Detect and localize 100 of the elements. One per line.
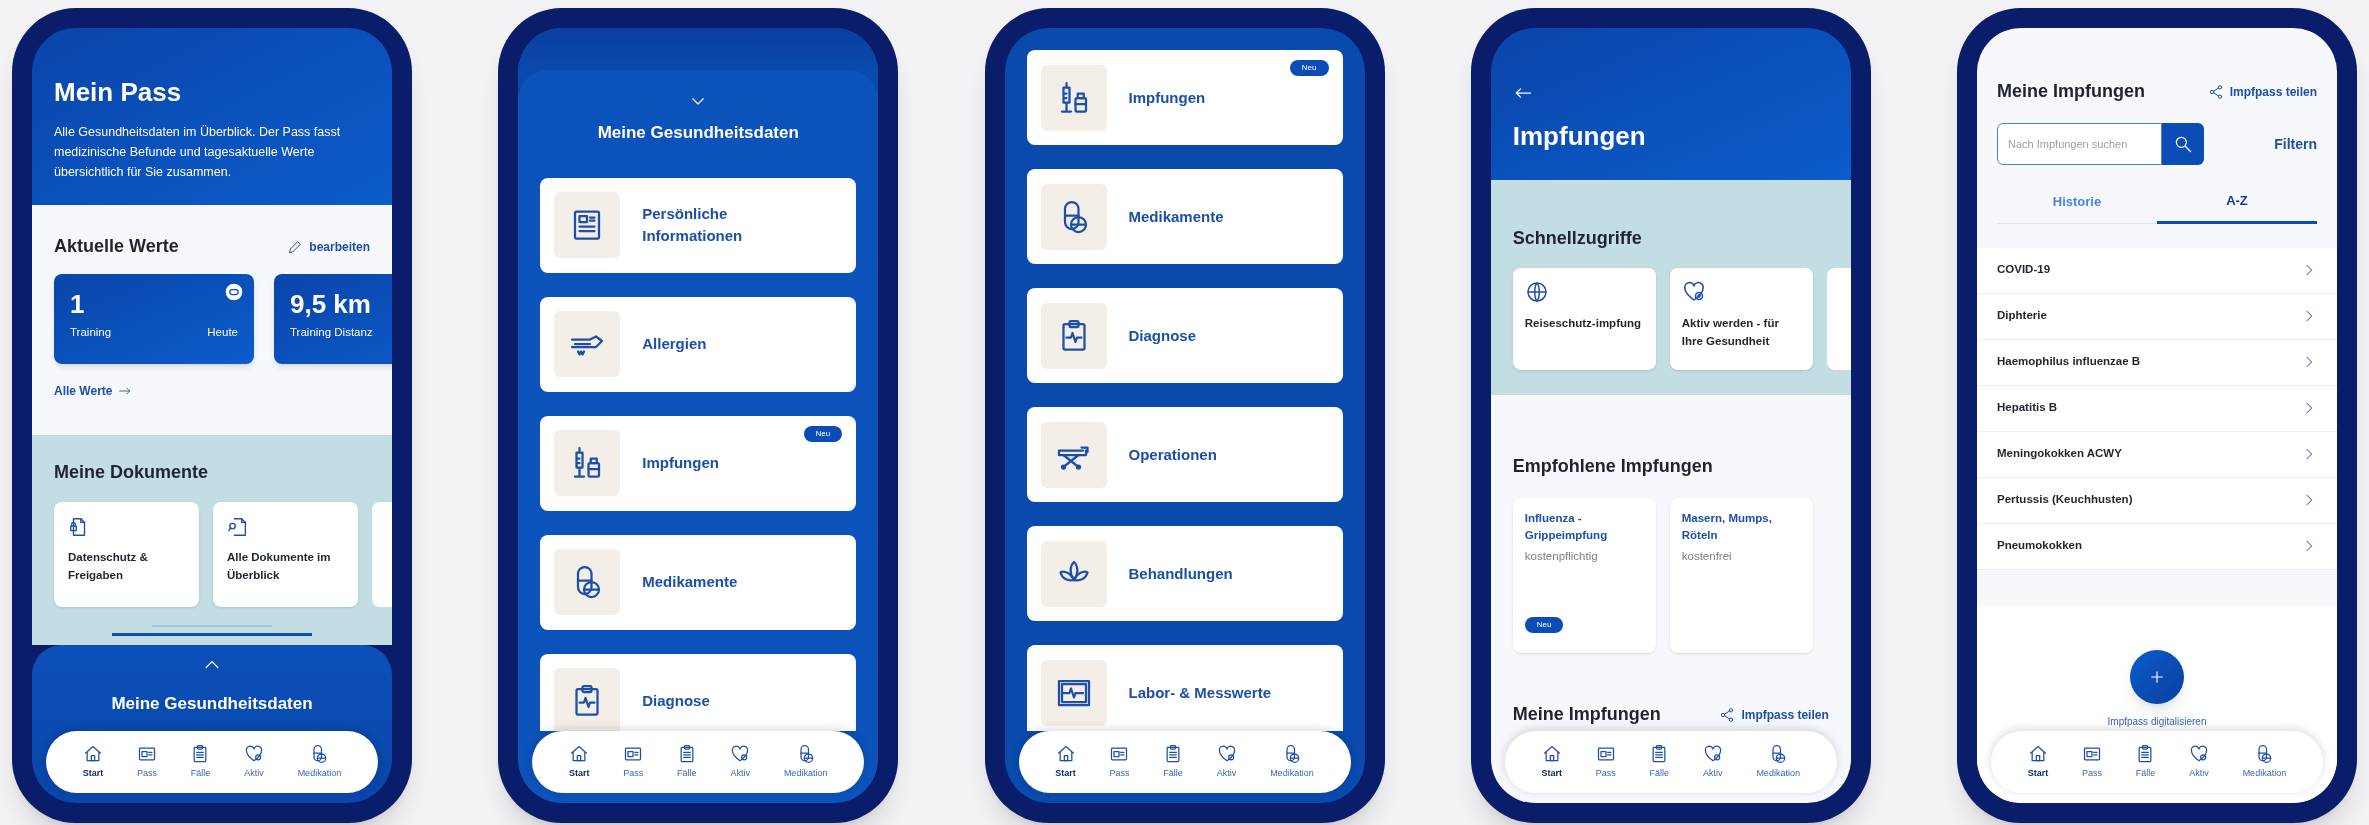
vaccine-title: Influenza - Grippeimpfung — [1524, 511, 1609, 543]
link[interactable]: Alle Werte — [54, 382, 392, 400]
category-card[interactable]: Medikamente — [540, 534, 857, 630]
nav-tab[interactable]: Aktiv — [730, 743, 751, 781]
vaccine-row[interactable]: Diphterie — [1977, 293, 2337, 340]
search-field[interactable]: Nach Impfungen suchen — [1997, 123, 2162, 165]
vaccine-card[interactable]: Masern, Mumps, Röteln kostenfrei — [1669, 498, 1813, 653]
tab[interactable]: A-Z — [2157, 191, 2317, 224]
page-title: Mein Pass — [54, 76, 183, 109]
nav-tab[interactable]: Start — [1055, 743, 1076, 781]
document-card[interactable]: Alle Dokumente im Überblick — [213, 502, 358, 607]
category-card[interactable]: Impfungen Neu — [540, 415, 857, 511]
category-label: Impfungen — [1128, 87, 1207, 108]
category-label: Allergien — [642, 334, 708, 354]
share-icon — [1719, 706, 1736, 723]
nav-tab[interactable]: Fälle — [676, 743, 697, 781]
filter-link[interactable]: Filtern — [2274, 133, 2317, 155]
share-icon — [2207, 83, 2224, 100]
vaccine-row[interactable]: Pneumokokken — [1977, 523, 2337, 570]
nav-tab[interactable]: Start — [82, 743, 104, 781]
price-note: kostenpflichtig — [1524, 549, 1599, 564]
vaccine-row[interactable]: COVID-19 — [1977, 247, 2337, 294]
category-label: Medikamente — [1128, 206, 1225, 227]
value-label: Training — [70, 325, 112, 340]
heart-icon — [2189, 743, 2210, 764]
search-icon — [2173, 134, 2193, 154]
quick-access-card[interactable]: Reiseschutz-impfung — [1512, 268, 1656, 370]
nav-tab[interactable]: Aktiv — [244, 743, 265, 781]
value-card[interactable]: 9,5 km Training Distanz — [274, 274, 392, 364]
tab[interactable]: Historie — [1997, 191, 2157, 224]
category-card[interactable]: Impfungen Neu — [1026, 50, 1343, 145]
quick-access-card[interactable]: Aktiv werden - für Ihre Gesundheit — [1669, 268, 1813, 370]
category-label: Diagnose — [1128, 325, 1197, 346]
add-button-label: Impfpass digitalisieren — [2107, 714, 2207, 729]
home-icon — [1055, 743, 1076, 764]
home-icon — [569, 743, 590, 764]
new-badge: Neu — [1289, 60, 1329, 76]
new-badge: Neu — [1524, 617, 1564, 633]
category-card[interactable]: Diagnose — [540, 653, 857, 731]
nav-tab[interactable]: Pass — [1109, 743, 1130, 781]
link[interactable]: bearbeiten — [287, 237, 370, 256]
category-card[interactable]: Allergien — [540, 296, 857, 392]
vaccine-name: Haemophilus influenzae B — [1997, 354, 2141, 370]
nav-tab[interactable]: Aktiv — [1702, 743, 1723, 781]
category-card[interactable]: Operationen — [1026, 407, 1343, 502]
heart-icon — [1702, 743, 1723, 764]
value-card[interactable]: 1 Training Heute — [54, 274, 254, 364]
document-card[interactable]: Datenschutz & Freigaben — [54, 502, 199, 607]
home-icon — [1541, 743, 1562, 764]
sheet-title: Meine Gesundheitsdaten — [111, 693, 313, 715]
category-card[interactable]: Medikamente — [1026, 169, 1343, 264]
nav-tab[interactable]: Fälle — [1649, 743, 1670, 781]
vaccine-title: Masern, Mumps, Röteln — [1681, 511, 1773, 543]
add-button[interactable] — [2130, 649, 2184, 704]
nav-tab[interactable]: Start — [569, 743, 590, 781]
nav-tab[interactable]: Pass — [623, 743, 644, 781]
nav-tab[interactable]: Fälle — [190, 743, 211, 781]
new-badge: Neu — [803, 425, 843, 442]
period-label: Heute — [207, 325, 238, 340]
page-title: Impfungen — [1512, 120, 1647, 153]
category-label: Operationen — [1128, 444, 1218, 465]
category-label: Labor- & Messwerte — [1128, 682, 1273, 703]
category-label: Behandlungen — [1128, 563, 1234, 584]
nav-tab[interactable]: Medikation — [1756, 743, 1800, 781]
sheet-title: Meine Gesundheitsdaten — [597, 122, 799, 144]
vaccine-row[interactable]: Hepatitis B — [1977, 385, 2337, 432]
vaccine-row[interactable]: Haemophilus influenzae B — [1977, 339, 2337, 386]
pencil-icon — [287, 238, 304, 255]
value-label: Training Distanz — [290, 325, 373, 340]
category-card[interactable]: Labor- & Messwerte — [1026, 645, 1343, 731]
nav-tab[interactable]: Aktiv — [2189, 743, 2210, 781]
arrow-right-icon — [118, 384, 133, 398]
nav-tab[interactable]: Medikation — [2242, 743, 2287, 781]
category-card[interactable]: Persönliche Informationen — [540, 177, 857, 273]
category-card[interactable]: Diagnose — [1026, 288, 1343, 383]
vaccine-row[interactable]: Meningokokken ACWY — [1977, 431, 2337, 478]
section-heading: Empfohlene Impfungen — [1512, 455, 1714, 478]
nav-tab[interactable]: Medikation — [1270, 743, 1314, 781]
home-icon — [83, 743, 104, 764]
nav-tab[interactable]: Fälle — [1162, 743, 1183, 781]
link[interactable]: Impfpass teilen — [2207, 82, 2317, 101]
nav-tab[interactable]: Medikation — [783, 743, 828, 781]
vaccine-name: Hepatitis B — [1997, 400, 2058, 416]
nav-tab[interactable]: Start — [2027, 743, 2049, 781]
nav-tab[interactable]: Aktiv — [1216, 743, 1237, 781]
link[interactable]: Impfpass teilen — [1719, 705, 1829, 724]
nav-tab[interactable]: Pass — [2081, 743, 2102, 781]
heart-icon — [244, 743, 265, 764]
nav-tab[interactable]: Fälle — [2135, 743, 2156, 781]
category-label: Persönliche Informationen — [642, 204, 744, 246]
vaccine-name: Pneumokokken — [1997, 538, 2082, 554]
vaccine-card[interactable]: Influenza - Grippeimpfung kostenpflichtig Neu — [1512, 498, 1656, 653]
section-heading: Schnellzugriffe — [1512, 227, 1643, 250]
category-card[interactable]: Behandlungen — [1026, 526, 1343, 621]
nav-tab[interactable]: Pass — [1595, 743, 1616, 781]
nav-tab[interactable]: Medikation — [297, 743, 342, 781]
nav-tab[interactable]: Start — [1541, 743, 1563, 781]
search-button[interactable] — [2162, 123, 2204, 165]
vaccine-row[interactable]: Pertussis (Keuchhusten) — [1977, 477, 2337, 524]
nav-tab[interactable]: Pass — [136, 743, 157, 781]
